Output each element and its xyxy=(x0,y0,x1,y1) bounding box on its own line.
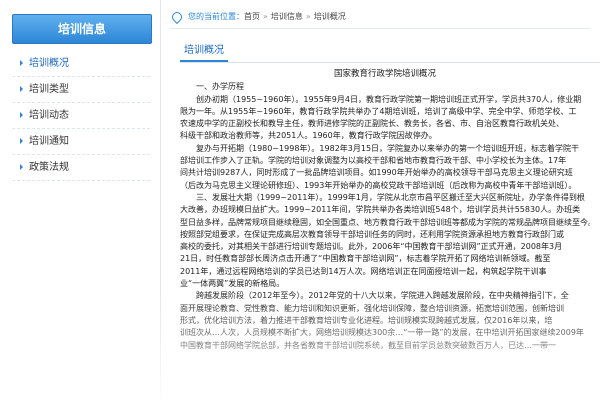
article-paragraph-line: 三、发展壮大期（1999~2011年）。1999年1月，学院从北京市昌平区搬迁至… xyxy=(196,192,585,202)
sidebar-item-label: 培训动态 xyxy=(29,110,69,121)
sidebar-item-notices[interactable]: 培训通知 xyxy=(12,130,150,155)
article-paragraph-line: 型日益多样，品牌常规项目继续稳固，如全国重点、地方教育行政干部培训班等都成为学院… xyxy=(180,217,590,227)
sidebar-item-label: 培训类型 xyxy=(29,84,69,95)
arrow-bullet-icon xyxy=(20,138,23,144)
article-paragraph-line: 限为一年。从1955年~1960年，教育行政学院共举办了4期培训班，培训了高级中… xyxy=(180,106,577,116)
article-paragraph-line: 复办与开拓期（1980~1998年）。1982年3月15日，学院复办以来举办的第… xyxy=(196,143,580,153)
arrow-bullet-icon xyxy=(20,112,23,118)
article-paragraph-line: 按照部党组要求，在保证完成高层次教育领导干部培训任务的同时，还利用学院资源承担地… xyxy=(180,229,564,239)
arrow-bullet-icon xyxy=(20,86,23,92)
article-paragraph-line: 创办初期（1955~1960年）。1955年9月4日，教育行政学院第一期培训班正… xyxy=(196,94,582,104)
breadcrumb-separator: » xyxy=(305,12,311,21)
article-paragraph-line: 跨越发展阶段（2012年至今）。2012年党的十八大以来，学院进入跨越发展阶段，… xyxy=(196,291,569,301)
article-title: 国家教育行政学院培训概况 xyxy=(333,69,436,79)
article-paragraph-line: 21日，时任教育部部长周济点击开通了“中国教育干部培训网”，标志着学院开拓了网络… xyxy=(180,254,551,264)
breadcrumb-separator: » xyxy=(263,12,268,21)
sidebar-item-policies[interactable]: 政策法规 xyxy=(12,156,150,181)
article-paragraph-line: 部培训工作步入了正轨。学院的培训对象调整为以高校干部和省地市教育行政干部、中小学… xyxy=(180,156,567,166)
article-paragraph-line: （后改为马克思主义理论研修班）、1993年开始举办的高校党政干部培训班（后改称为… xyxy=(180,180,577,190)
arrow-bullet-icon xyxy=(20,60,23,66)
breadcrumb-prefix: 您的当前位置： xyxy=(188,12,244,21)
location-pin-icon xyxy=(169,9,185,24)
content-divider xyxy=(180,62,600,63)
breadcrumb-current: 培训概况 xyxy=(313,12,346,21)
sidebar-item-label: 培训通知 xyxy=(29,136,69,147)
sidebar-header: 培训信息 xyxy=(12,14,152,44)
content-tab-overview: 培训概况 xyxy=(180,42,228,62)
article-section-heading: 一、办学历程 xyxy=(196,82,244,92)
article-paragraph-line: 2011年，通过远程网络培训的学员已达到14万人次。网络培训正在同面授培训一起，… xyxy=(180,266,547,276)
sidebar-item-overview[interactable]: 培训概况 xyxy=(12,52,150,77)
article-body: 国家教育行政学院培训概况 一、办学历程创办初期（1955~1960年）。1955… xyxy=(180,68,590,400)
breadcrumb-link-home[interactable]: 首页 xyxy=(244,12,260,21)
article-paragraph-line: 中国教育干部网络学院总部，并各省教育干部培训院系统，截至目前学员总数突破数百万人… xyxy=(180,340,556,350)
article-paragraph-line: 训班次从…人次，人员规模不断扩大，网络培训规模达300余…“一带一路”的发展，在… xyxy=(180,328,584,338)
sidebar-menu: 培训概况 培训类型 培训动态 培训通知 政策法规 xyxy=(12,52,150,182)
sidebar-item-types[interactable]: 培训类型 xyxy=(12,78,150,103)
sidebar-item-news[interactable]: 培训动态 xyxy=(12,104,150,129)
article-paragraph-line: 形式，优化培训方法，着力推进干部教育培训专业化进程。培训规模实现跨越式发展，仅2… xyxy=(180,315,553,325)
breadcrumb-link-training-info[interactable]: 培训信息 xyxy=(271,12,303,21)
article-paragraph-line: 科级干部和政治教师等，共2051人。1960年，教育行政学院因故停办。 xyxy=(180,131,437,141)
arrow-bullet-icon xyxy=(20,164,23,170)
sidebar-item-label: 政策法规 xyxy=(29,162,69,173)
sidebar-item-label: 培训概况 xyxy=(29,58,69,69)
article-paragraph-line: 高校的委托，对其相关干部进行培训专题培训。此外，2006年“中国教育干部培训网”… xyxy=(180,242,563,252)
article-paragraph-line: 面开展理论教育、党性教育、能力培训和知识更新，强化培训保障，整合培训资源，拓宽培… xyxy=(180,303,564,313)
article-paragraph-line: 间共计培训9287人，同时形成了一批品牌培训项目。如1990年开始举办的高校领导… xyxy=(180,168,573,178)
sidebar: 培训信息 培训概况 培训类型 培训动态 培训通知 政策法规 xyxy=(0,0,161,400)
breadcrumb: 您的当前位置：首页» 培训信息» 培训概况 xyxy=(169,6,590,29)
article-paragraph-line: 业“一体两翼”发展的新格局。 xyxy=(180,279,285,289)
article-paragraph-line: 大改善，办班规模日益扩大。1999~2011年间，学院共举办各类培训班548个，… xyxy=(180,205,581,215)
article-paragraph-line: 农速成中学的正副校长和教导主任，教师进修学院的正副院长、教务长，各省、市、自治区… xyxy=(180,119,564,129)
